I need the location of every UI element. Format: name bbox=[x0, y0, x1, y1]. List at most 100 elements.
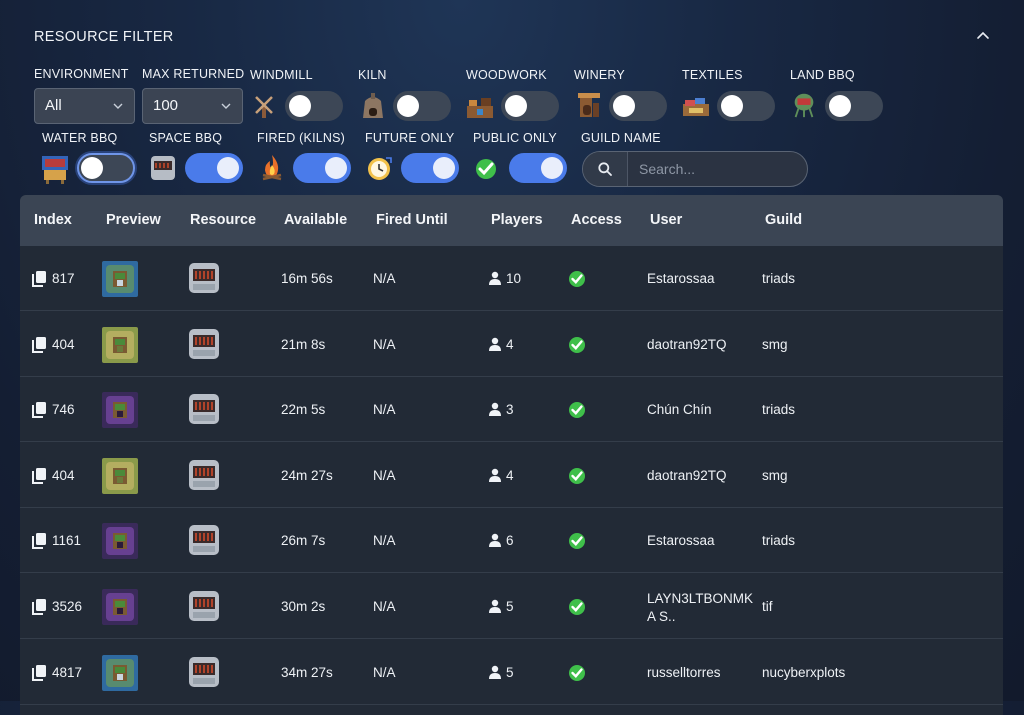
guild-name-label: GUILD NAME bbox=[581, 131, 661, 145]
public-only-toggle[interactable] bbox=[509, 153, 567, 183]
copy-icon[interactable] bbox=[32, 664, 46, 681]
land-bbq-icon bbox=[794, 93, 814, 118]
row-available: 34m 27s bbox=[281, 664, 333, 680]
water-bbq-toggle[interactable] bbox=[77, 153, 135, 183]
row-user[interactable]: Chún Chín bbox=[647, 402, 712, 417]
row-user[interactable]: LAYN3LTBONMK bbox=[647, 591, 753, 606]
table-row[interactable]: 746 22m 5s N/A 3 Chún Chín triads bbox=[20, 377, 1003, 443]
row-guild[interactable]: triads bbox=[762, 402, 795, 417]
user-icon bbox=[489, 468, 501, 482]
row-index: 404 bbox=[52, 467, 75, 483]
search-icon bbox=[598, 162, 612, 176]
copy-icon[interactable] bbox=[32, 533, 46, 550]
row-players: 5 bbox=[506, 599, 514, 614]
header-preview[interactable]: Preview bbox=[106, 212, 161, 228]
row-user[interactable]: daotran92TQ bbox=[647, 468, 727, 483]
panel-title: RESOURCE FILTER bbox=[34, 29, 174, 45]
table-row[interactable]: 404 21m 8s N/A 4 daotran92TQ smg bbox=[20, 312, 1003, 377]
row-players: 6 bbox=[506, 533, 514, 549]
toggle-knob bbox=[217, 157, 239, 179]
environment-select[interactable]: All bbox=[34, 88, 135, 124]
header-index[interactable]: Index bbox=[34, 212, 72, 228]
user-icon bbox=[489, 337, 501, 351]
access-check-icon bbox=[569, 664, 585, 681]
preview-thumbnail[interactable] bbox=[102, 392, 138, 429]
woodwork-toggle[interactable] bbox=[501, 91, 559, 121]
header-user[interactable]: User bbox=[650, 212, 682, 228]
user-icon bbox=[489, 665, 501, 679]
preview-thumbnail[interactable] bbox=[102, 523, 138, 560]
table-row[interactable]: 4817 34m 27s N/A 5 russelltorres nucyber… bbox=[20, 640, 1003, 705]
guild-search-input[interactable] bbox=[627, 152, 807, 186]
row-players: 4 bbox=[506, 336, 514, 352]
row-guild[interactable]: triads bbox=[762, 533, 795, 548]
environment-label: ENVIRONMENT bbox=[34, 67, 129, 81]
row-user[interactable]: Estarossaa bbox=[647, 271, 715, 286]
space-bbq-resource-icon bbox=[189, 328, 219, 359]
row-user[interactable]: Estarossaa bbox=[647, 533, 715, 548]
row-guild[interactable]: tif bbox=[762, 599, 773, 614]
textiles-icon bbox=[683, 98, 709, 116]
table-row[interactable]: 3526 30m 2s N/A 5 LAYN3LTBONMK A S.. tif bbox=[20, 574, 1003, 639]
copy-icon[interactable] bbox=[32, 599, 46, 615]
row-index: 3526 bbox=[52, 599, 83, 614]
row-guild[interactable]: nucyberxplots bbox=[762, 665, 845, 680]
row-guild[interactable]: triads bbox=[762, 271, 795, 286]
water-bbq-icon bbox=[42, 156, 68, 184]
winery-toggle[interactable] bbox=[609, 91, 667, 121]
row-guild[interactable]: smg bbox=[762, 337, 788, 352]
future-only-toggle[interactable] bbox=[401, 153, 459, 183]
preview-thumbnail[interactable] bbox=[102, 326, 138, 363]
access-check-icon bbox=[569, 402, 585, 419]
row-user[interactable]: russelltorres bbox=[647, 665, 721, 680]
row-fired-until: N/A bbox=[373, 599, 396, 614]
header-players[interactable]: Players bbox=[491, 212, 543, 228]
row-user[interactable]: daotran92TQ bbox=[647, 337, 727, 352]
header-guild[interactable]: Guild bbox=[765, 212, 802, 228]
windmill-toggle[interactable] bbox=[285, 91, 343, 121]
toggle-knob bbox=[829, 95, 851, 117]
user-icon bbox=[489, 402, 501, 417]
space-bbq-toggle[interactable] bbox=[185, 153, 243, 183]
kiln-toggle[interactable] bbox=[393, 91, 451, 121]
access-check-icon bbox=[569, 336, 585, 353]
space-bbq-resource-icon bbox=[189, 591, 219, 621]
chevron-up-icon[interactable] bbox=[975, 28, 991, 44]
table-row[interactable]: 1161 26m 7s N/A 6 Estarossaa triads bbox=[20, 508, 1003, 574]
toggle-knob bbox=[325, 157, 347, 179]
copy-icon[interactable] bbox=[32, 271, 46, 287]
space-bbq-label: SPACE BBQ bbox=[149, 131, 223, 145]
preview-thumbnail[interactable] bbox=[102, 457, 138, 494]
copy-icon[interactable] bbox=[32, 402, 46, 419]
header-available[interactable]: Available bbox=[284, 212, 347, 228]
header-access[interactable]: Access bbox=[571, 212, 622, 228]
table-row[interactable]: 817 16m 56s N/A 10 Estarossaa triads bbox=[20, 246, 1003, 311]
toggle-knob bbox=[433, 157, 455, 179]
preview-thumbnail[interactable] bbox=[102, 654, 138, 691]
land-bbq-toggle[interactable] bbox=[825, 91, 883, 121]
user-icon bbox=[489, 271, 501, 285]
toggle-knob bbox=[397, 95, 419, 117]
copy-icon[interactable] bbox=[32, 467, 46, 484]
row-players: 4 bbox=[506, 467, 514, 483]
row-fired-until: N/A bbox=[373, 664, 396, 680]
fired-kilns-toggle[interactable] bbox=[293, 153, 351, 183]
header-resource[interactable]: Resource bbox=[190, 212, 256, 228]
row-players: 3 bbox=[506, 402, 514, 418]
row-user-continued[interactable]: A S.. bbox=[647, 609, 676, 624]
header-fired-until[interactable]: Fired Until bbox=[376, 212, 448, 228]
preview-thumbnail[interactable] bbox=[102, 589, 138, 625]
toggle-knob bbox=[289, 95, 311, 117]
row-fired-until: N/A bbox=[373, 533, 396, 549]
textiles-toggle[interactable] bbox=[717, 91, 775, 121]
preview-thumbnail[interactable] bbox=[102, 261, 138, 297]
row-guild[interactable]: smg bbox=[762, 468, 788, 483]
max-returned-select[interactable]: 100 bbox=[142, 88, 243, 124]
space-bbq-resource-icon bbox=[189, 459, 219, 490]
row-fired-until: N/A bbox=[373, 271, 396, 286]
chevron-down-icon bbox=[113, 103, 123, 109]
table-row[interactable]: 404 24m 27s N/A 4 daotran92TQ smg bbox=[20, 443, 1003, 508]
access-check-icon bbox=[569, 271, 585, 287]
copy-icon[interactable] bbox=[32, 336, 46, 353]
space-bbq-icon bbox=[151, 156, 175, 180]
